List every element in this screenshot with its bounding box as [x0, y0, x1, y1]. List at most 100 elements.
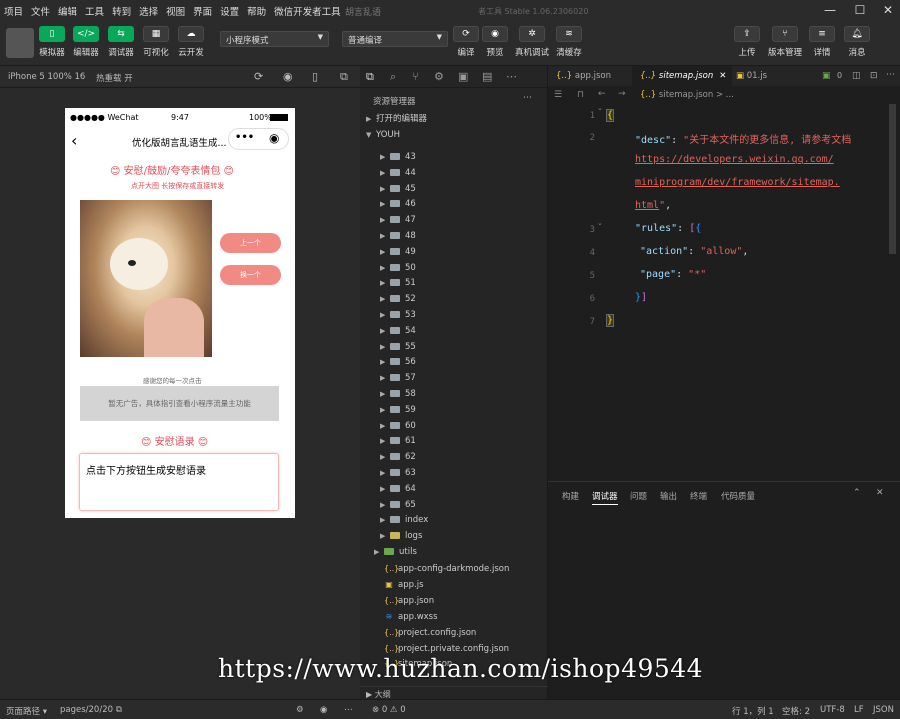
mode-select[interactable]: 小程序模式 ▼: [220, 31, 329, 47]
search-icon[interactable]: ⌕: [390, 70, 396, 84]
menu-edit[interactable]: 编辑: [54, 4, 81, 18]
editor-button[interactable]: </> 编辑器: [69, 26, 103, 58]
simulator-button[interactable]: ▯ 模拟器: [35, 26, 69, 58]
outline-section[interactable]: ▶ 大纲: [360, 686, 548, 699]
tree-item-file[interactable]: {..}project.config.json: [360, 625, 548, 641]
tree-item-folder[interactable]: ▶ 45: [360, 182, 548, 198]
refresh-icon[interactable]: ⟳: [254, 70, 263, 83]
tree-item-folder[interactable]: ▶ 59: [360, 403, 548, 419]
menu-file[interactable]: 文件: [27, 4, 54, 18]
code-url-1[interactable]: https://developers.weixin.qq.com/: [635, 154, 834, 165]
tree-item-folder[interactable]: ▶ 47: [360, 213, 548, 229]
tree-item-folder[interactable]: ▶ 62: [360, 450, 548, 466]
fold-icon[interactable]: ⌄: [597, 219, 603, 227]
version-mgmt-button[interactable]: ⑂ 版本管理: [766, 26, 804, 58]
open-editors-section[interactable]: ▶ 打开的编辑器: [360, 112, 548, 128]
fold-icon[interactable]: ⌄: [597, 104, 603, 112]
problems-count[interactable]: ⊗ 0 ⚠ 0: [372, 705, 406, 715]
tab-debugger[interactable]: 调试器: [592, 490, 618, 505]
phone-icon[interactable]: ▯: [312, 70, 318, 83]
dog-image[interactable]: [80, 200, 212, 357]
explorer-more-icon[interactable]: ⋯: [523, 93, 532, 103]
tree-item-folder[interactable]: ▶ 51: [360, 276, 548, 292]
more-icon[interactable]: •••: [235, 132, 254, 143]
tab-app-json[interactable]: {..} app.json: [548, 66, 632, 86]
maximize-icon[interactable]: ☐: [852, 3, 868, 17]
capsule-menu[interactable]: ••• ◉: [228, 128, 289, 150]
close-icon[interactable]: ✕: [880, 3, 896, 17]
tree-item-file[interactable]: ≋ app.wxss: [360, 609, 548, 625]
page-path-label[interactable]: 页面路径 ▾: [6, 705, 47, 717]
stop-icon[interactable]: ◉: [283, 70, 293, 83]
tree-item-folder[interactable]: ▶ 54: [360, 324, 548, 340]
tree-item-folder[interactable]: ▶ 61: [360, 434, 548, 450]
files-icon[interactable]: ⧉: [366, 70, 374, 84]
upload-button[interactable]: ⇪ 上传: [730, 26, 764, 58]
hot-reload-toggle[interactable]: 热重载 开: [96, 72, 133, 84]
tab-terminal[interactable]: 终端: [690, 490, 707, 502]
menu-devtools[interactable]: 微信开发者工具: [270, 4, 345, 18]
clear-cache-button[interactable]: ≋ 清缓存: [552, 26, 586, 58]
tree-item-folder[interactable]: ▶ 63: [360, 466, 548, 482]
visual-button[interactable]: ▦ 可视化: [139, 26, 173, 58]
close-tab-icon[interactable]: ✕: [719, 71, 726, 81]
tree-item-folder[interactable]: ▶ 60: [360, 419, 548, 435]
page-path[interactable]: pages/20/20 ⧉: [60, 705, 122, 715]
avatar[interactable]: [6, 28, 34, 58]
details-button[interactable]: ≡ 详情: [805, 26, 839, 58]
cursor-position[interactable]: 行 1，列 1: [732, 705, 774, 717]
eye-icon[interactable]: ◉: [320, 705, 327, 715]
panel-icon[interactable]: ▤: [482, 70, 492, 83]
messages-button[interactable]: 🔔︎ 消息: [840, 26, 874, 58]
language-mode[interactable]: JSON: [873, 705, 894, 715]
tree-item-file[interactable]: {..}app.json: [360, 593, 548, 609]
root-folder[interactable]: ▼ YOUH: [360, 128, 548, 144]
preview-button[interactable]: ◉ 预览: [478, 26, 512, 58]
remote-debug-button[interactable]: ✲ 真机调试: [513, 26, 551, 58]
indent-setting[interactable]: 空格: 2: [782, 705, 810, 717]
menu-settings[interactable]: 设置: [216, 4, 243, 18]
tab-output[interactable]: 输出: [660, 490, 677, 502]
tree-item-folder[interactable]: ▶ 57: [360, 371, 548, 387]
forward-arrow-icon[interactable]: →: [618, 89, 626, 99]
encoding[interactable]: UTF-8: [820, 705, 845, 715]
close-mini-icon[interactable]: ◉: [269, 131, 279, 145]
tree-item-file[interactable]: {..}app-config-darkmode.json: [360, 561, 548, 577]
next-button[interactable]: 换一个: [220, 265, 281, 285]
tree-item-folder[interactable]: ▶ index: [360, 513, 548, 529]
tab-sitemap-json[interactable]: {..} sitemap.json ✕: [632, 66, 732, 86]
tree-item-folder[interactable]: ▶ 49: [360, 245, 548, 261]
chevron-up-icon[interactable]: ⌃: [853, 488, 861, 498]
tree-item-utils[interactable]: ▶ utils: [360, 545, 548, 561]
compile-select[interactable]: 普通编译 ▼: [342, 31, 448, 47]
tree-item-folder[interactable]: ▶ 56: [360, 355, 548, 371]
tab-problems[interactable]: 问题: [630, 490, 647, 502]
tab-code-quality[interactable]: 代码质量: [721, 490, 755, 502]
copy-icon[interactable]: ⧉: [116, 705, 122, 715]
menu-goto[interactable]: 转到: [108, 4, 135, 18]
tree-item-folder[interactable]: ▶ 50: [360, 261, 548, 277]
menu-select[interactable]: 选择: [135, 4, 162, 18]
tree-item-folder[interactable]: ▶ 58: [360, 387, 548, 403]
device-select[interactable]: iPhone 5 100% 16: [8, 72, 85, 82]
menu-tools[interactable]: 工具: [81, 4, 108, 18]
prev-button[interactable]: 上一个: [220, 233, 281, 253]
more-icon[interactable]: ⋯: [344, 705, 353, 715]
tree-item-folder[interactable]: ▶ 65: [360, 498, 548, 514]
tree-item-folder[interactable]: ▶ 53: [360, 308, 548, 324]
tree-item-folder[interactable]: ▶ 46: [360, 197, 548, 213]
eol[interactable]: LF: [854, 705, 864, 715]
tab-build[interactable]: 构建: [562, 490, 579, 502]
tree-item-folder[interactable]: ▶ 64: [360, 482, 548, 498]
bookmark-icon[interactable]: ⊓: [577, 90, 584, 100]
tree-item-folder[interactable]: ▶ 44: [360, 166, 548, 182]
git-icon[interactable]: ⑂: [412, 70, 419, 83]
settings-icon[interactable]: ⚙: [296, 705, 304, 715]
list-icon[interactable]: ☰: [554, 90, 562, 100]
debug-icon[interactable]: ⚙: [434, 70, 444, 83]
scrollbar[interactable]: [889, 104, 896, 254]
extensions-icon[interactable]: ▣: [458, 70, 468, 83]
menu-project[interactable]: 项目: [0, 4, 27, 18]
more-icon[interactable]: ⋯: [506, 70, 517, 83]
debugger-button[interactable]: ⇆ 调试器: [104, 26, 138, 58]
